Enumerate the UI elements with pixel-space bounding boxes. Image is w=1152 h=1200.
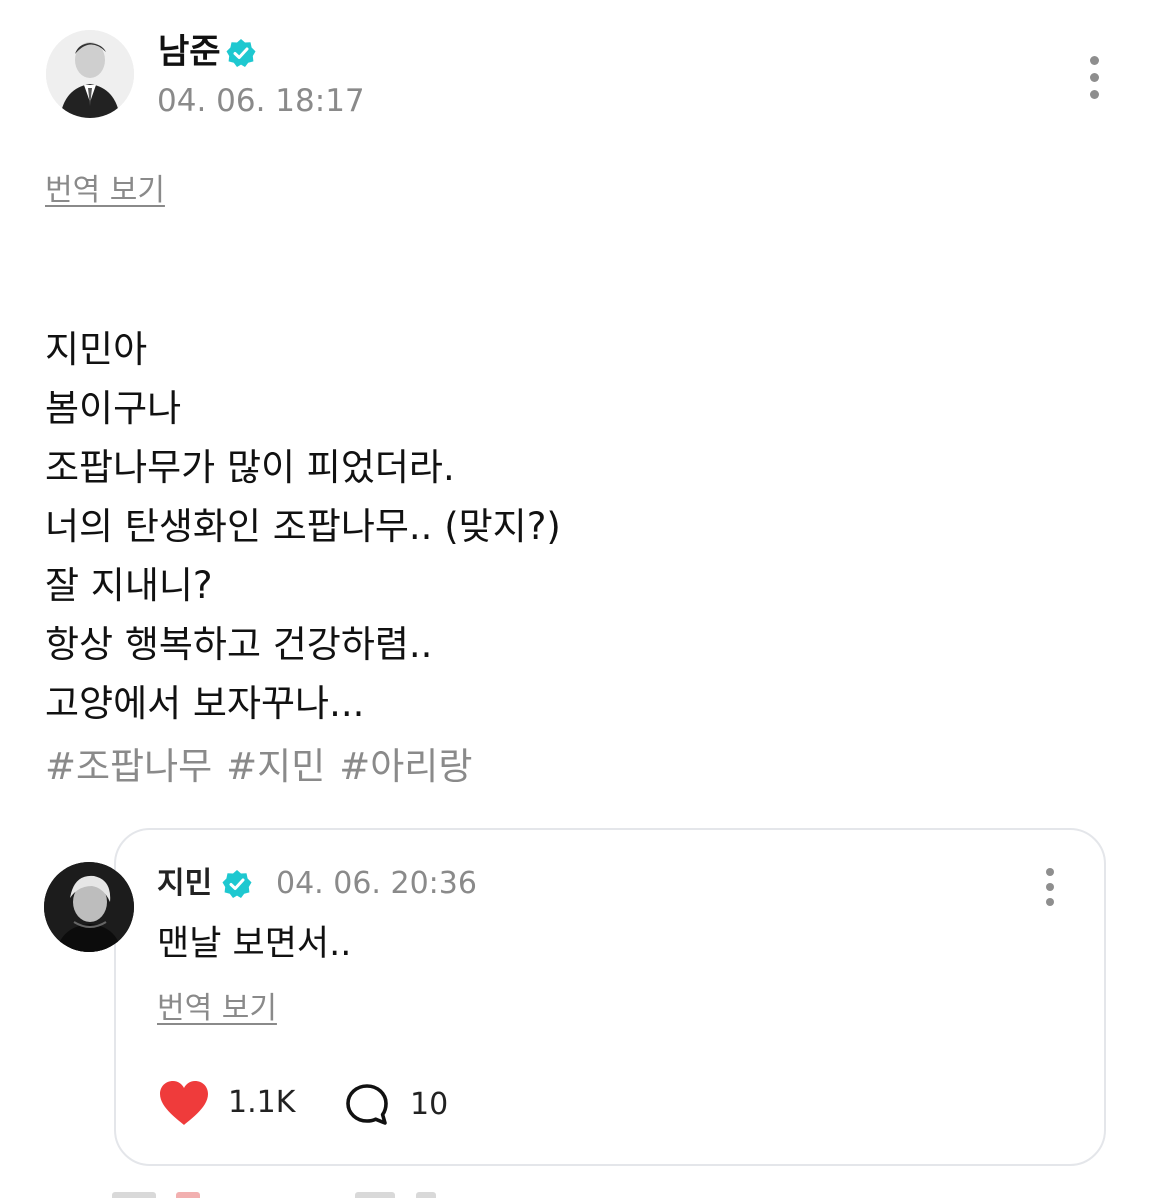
hashtag-link[interactable]: #지민 bbox=[226, 740, 325, 794]
post-author-avatar[interactable] bbox=[46, 30, 134, 118]
more-options-icon[interactable] bbox=[1038, 868, 1062, 906]
post-author-name[interactable]: 남준 bbox=[158, 30, 221, 74]
hashtag-link[interactable]: #조팝나무 bbox=[45, 740, 212, 794]
translate-link[interactable]: 번역 보기 bbox=[157, 988, 277, 1030]
post-line: 봄이구나 bbox=[45, 387, 182, 430]
more-options-icon[interactable] bbox=[1082, 56, 1106, 99]
post-line: 항상 행복하고 건강하렴.. bbox=[45, 623, 433, 666]
post-line: 잘 지내니? bbox=[45, 564, 213, 607]
reply-text: 맨날 보면서.. bbox=[157, 924, 352, 964]
comment-count: 10 bbox=[410, 1087, 449, 1122]
translate-link[interactable]: 번역 보기 bbox=[45, 170, 165, 212]
post-line: 고양에서 보자꾸나... bbox=[45, 682, 365, 725]
like-count: 1.1K bbox=[228, 1085, 296, 1120]
reply-timestamp: 04. 06. 20:36 bbox=[276, 866, 477, 901]
post-screen: 남준 04. 06. 18:17 번역 보기 지민아 봄이구나 조팝나무가 많이… bbox=[0, 0, 1152, 1200]
comment-button[interactable]: 10 bbox=[344, 1082, 448, 1128]
verified-badge-icon bbox=[222, 869, 252, 899]
reply-author-name[interactable]: 지민 bbox=[157, 864, 212, 904]
speech-bubble-icon bbox=[346, 1084, 388, 1125]
post-line: 조팝나무가 많이 피었더라. bbox=[45, 446, 455, 489]
like-button[interactable]: 1.1K bbox=[158, 1080, 295, 1126]
post-line: 너의 탄생화인 조팝나무.. (맞지?) bbox=[45, 505, 561, 548]
hashtag-list: #조팝나무 #지민 #아리랑 bbox=[45, 740, 472, 794]
hashtag-link[interactable]: #아리랑 bbox=[339, 740, 472, 794]
post-line: 지민아 bbox=[45, 328, 148, 371]
post-timestamp: 04. 06. 18:17 bbox=[157, 83, 365, 119]
bottom-toolbar-peek bbox=[0, 1190, 1152, 1200]
verified-badge-icon bbox=[226, 38, 256, 68]
heart-icon bbox=[160, 1081, 208, 1125]
reply-author-avatar[interactable] bbox=[44, 862, 134, 952]
post-body: 지민아 봄이구나 조팝나무가 많이 피었더라. 너의 탄생화인 조팝나무.. (… bbox=[45, 320, 1105, 733]
